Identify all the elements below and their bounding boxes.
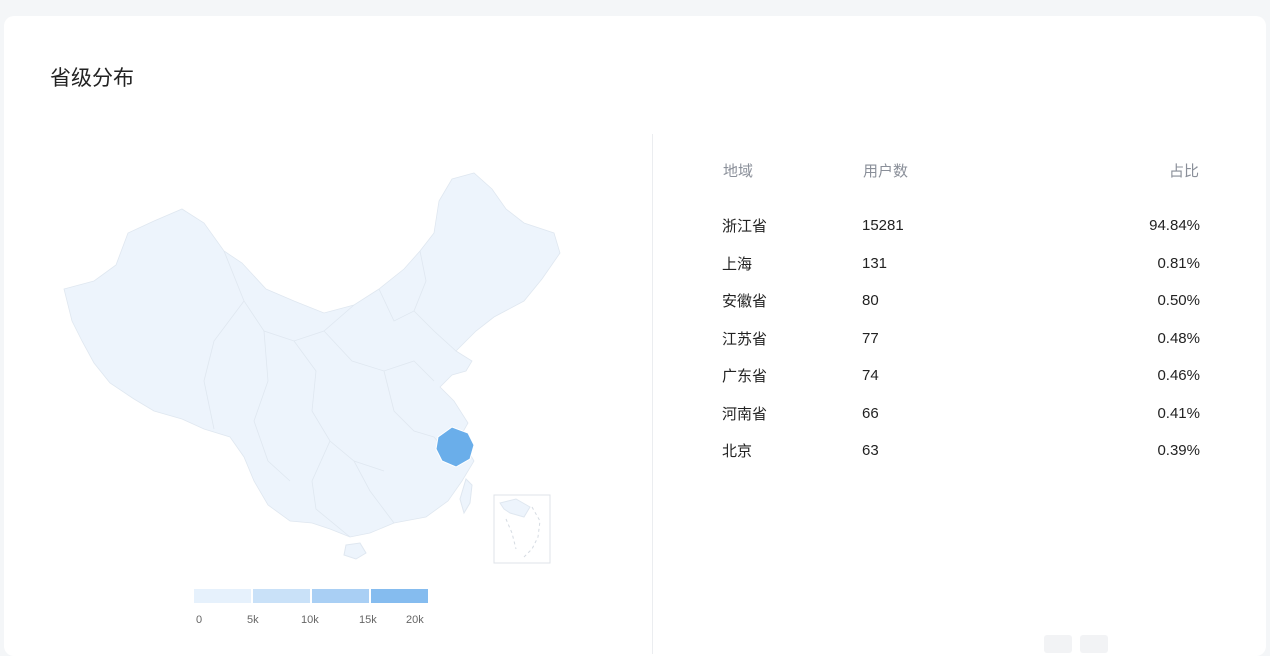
table-row[interactable]: 河南省 66 0.41% [722,395,1200,433]
header-ratio: 占比 [1168,162,1199,180]
page-next-button[interactable] [1080,635,1108,653]
cell-users: 77 [862,329,879,347]
table-row[interactable]: 上海 131 0.81% [722,245,1200,283]
cell-ratio: 0.50% [1157,292,1200,310]
legend-segment-2[interactable] [253,589,310,603]
table-header-row: 地域 用户数 占比 [722,158,1200,207]
map-legend: 0 5k 10k 15k 20k [194,589,428,630]
cell-ratio: 94.84% [1149,217,1200,235]
pagination [1044,635,1108,655]
legend-tick: 0 [196,614,203,626]
china-map-svg[interactable] [54,161,574,571]
cell-region: 北京 [722,443,753,461]
cell-region: 浙江省 [722,218,768,236]
south-china-sea-inset [493,494,551,564]
hainan-region[interactable] [343,542,367,560]
cell-users: 131 [862,254,888,272]
table-row[interactable]: 江苏省 77 0.48% [722,320,1200,358]
legend-tick: 20k [406,614,424,626]
cell-ratio: 0.41% [1157,404,1200,422]
cell-region: 安徽省 [722,293,768,311]
cell-region: 江苏省 [722,330,768,348]
table-row[interactable]: 北京 63 0.39% [722,432,1200,470]
table-row[interactable]: 广东省 74 0.46% [722,357,1200,395]
legend-gradient-bar[interactable] [194,589,428,603]
page-prev-button[interactable] [1044,635,1072,653]
taiwan-region[interactable] [459,478,473,515]
legend-tick: 15k [359,614,377,626]
legend-tick: 10k [301,614,319,626]
table-row[interactable]: 浙江省 15281 94.84% [722,207,1200,245]
cell-ratio: 0.46% [1157,367,1200,385]
province-distribution-card: 省级分布 0 5k 10k 15k 20k 地域 用户数 占比 浙江省 1528… [4,16,1266,656]
panel-divider [652,134,653,654]
cell-users: 80 [862,292,879,310]
legend-ticks: 0 5k 10k 15k 20k [194,614,428,630]
region-table: 地域 用户数 占比 浙江省 15281 94.84% 上海 131 0.81% 安徽省 80 0… [722,158,1200,470]
cell-users: 74 [862,367,879,385]
header-users: 用户数 [863,162,909,180]
cell-region: 上海 [722,255,753,273]
legend-segment-3[interactable] [312,589,369,603]
table-row[interactable]: 安徽省 80 0.50% [722,282,1200,320]
cell-users: 63 [862,442,879,460]
cell-region: 河南省 [722,405,768,423]
china-map[interactable] [54,161,574,571]
legend-segment-1[interactable] [194,589,251,603]
cell-ratio: 0.39% [1157,442,1200,460]
cell-ratio: 0.81% [1157,254,1200,272]
legend-tick: 5k [247,614,259,626]
cell-users: 15281 [862,217,904,235]
legend-segment-4[interactable] [371,589,428,603]
cell-region: 广东省 [722,368,768,386]
cell-ratio: 0.48% [1157,329,1200,347]
table-body: 浙江省 15281 94.84% 上海 131 0.81% 安徽省 80 0.50% 江苏省 77 0… [722,207,1200,470]
header-region: 地域 [723,162,754,180]
section-title: 省级分布 [50,67,134,90]
cell-users: 66 [862,404,879,422]
